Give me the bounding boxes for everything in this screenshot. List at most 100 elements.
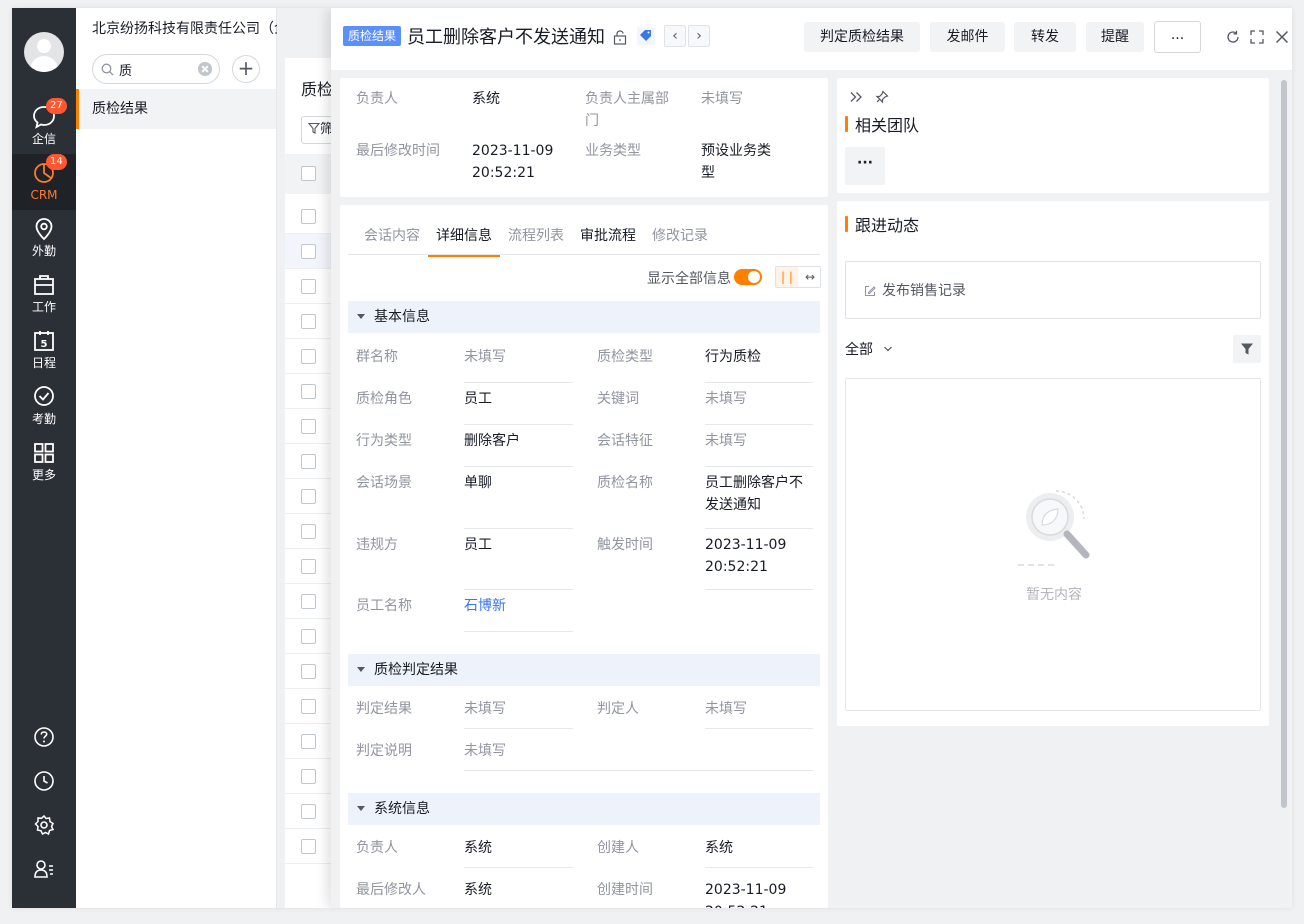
- secondary-nav: + 质检结果: [76, 8, 277, 908]
- row-checkbox[interactable]: [301, 524, 316, 539]
- column-layout-icon[interactable]: | |: [776, 267, 798, 287]
- nav-crm[interactable]: CRM 14: [12, 154, 76, 210]
- drawer-scrollbar[interactable]: [1278, 70, 1290, 908]
- layout-switch[interactable]: | | ↔: [775, 266, 821, 288]
- help-icon: [34, 727, 54, 747]
- follow-up-title: 跟进动态: [845, 212, 919, 236]
- nav-work[interactable]: 工作: [12, 266, 76, 322]
- nav-attendance[interactable]: 考勤: [12, 378, 76, 434]
- record-title: 员工删除客户不发送通知: [407, 27, 605, 48]
- clear-icon[interactable]: [198, 62, 212, 76]
- tab-details[interactable]: 详细信息: [428, 225, 500, 257]
- row-checkbox[interactable]: [301, 699, 316, 714]
- detail-card: 会话内容 详细信息 流程列表 审批流程 修改记录 显示全部信息 | | ↔ 基本…: [340, 205, 828, 908]
- menu-search[interactable]: [92, 54, 220, 84]
- detail-tabs: 会话内容 详细信息 流程列表 审批流程 修改记录: [348, 217, 820, 257]
- prev-record-button[interactable]: ‹: [664, 25, 686, 47]
- search-icon: [101, 63, 114, 76]
- empty-state: 暂无内容: [845, 378, 1261, 711]
- settings-button[interactable]: [12, 805, 76, 845]
- row-checkbox[interactable]: [301, 244, 316, 259]
- team-more-button[interactable]: ···: [845, 147, 885, 185]
- menu-search-input[interactable]: [119, 60, 199, 78]
- forward-button[interactable]: 转发: [1014, 22, 1076, 52]
- tab-approval[interactable]: 审批流程: [580, 225, 636, 245]
- avatar[interactable]: [24, 32, 64, 72]
- row-checkbox[interactable]: [301, 454, 316, 469]
- unlock-icon[interactable]: [613, 30, 627, 45]
- caret-down-icon: [357, 667, 365, 672]
- double-chevron-right-icon[interactable]: [849, 90, 863, 104]
- row-checkbox[interactable]: [301, 209, 316, 224]
- nav-field[interactable]: 外勤: [12, 210, 76, 266]
- select-all-checkbox[interactable]: [301, 166, 316, 181]
- briefcase-icon: [34, 275, 54, 295]
- label-tag-icon[interactable]: [637, 27, 655, 45]
- refresh-icon[interactable]: [1226, 30, 1240, 44]
- row-checkbox[interactable]: [301, 629, 316, 644]
- row-checkbox[interactable]: [301, 419, 316, 434]
- row-checkbox[interactable]: [301, 314, 316, 329]
- profile-button[interactable]: [12, 849, 76, 889]
- close-icon[interactable]: [1275, 30, 1289, 44]
- grid-icon: [34, 443, 54, 463]
- history-button[interactable]: [12, 761, 76, 801]
- nav-qixin[interactable]: 企信 27: [12, 98, 76, 154]
- expand-layout-icon[interactable]: ↔: [799, 267, 821, 287]
- follow-filter-button[interactable]: [1233, 335, 1261, 363]
- follow-up-card: 跟进动态 发布销售记录 全部 暂无内容: [837, 201, 1269, 726]
- tab-conversation[interactable]: 会话内容: [364, 225, 420, 245]
- section-qc-judgement[interactable]: 质检判定结果: [348, 654, 820, 686]
- next-record-button[interactable]: ›: [688, 25, 710, 47]
- subnav-item-qc-result[interactable]: 质检结果: [76, 89, 276, 129]
- employee-link[interactable]: 石博新: [464, 595, 506, 617]
- detail-drawer: 质检结果 员工删除客户不发送通知 ‹ › 判定质检结果 发邮件 转发 提醒 ..…: [331, 8, 1292, 908]
- svg-text:5: 5: [41, 339, 48, 350]
- check-circle-icon: [34, 386, 54, 406]
- row-checkbox[interactable]: [301, 279, 316, 294]
- pin-icon[interactable]: [875, 90, 889, 104]
- unread-badge: 14: [46, 154, 67, 170]
- fullscreen-icon[interactable]: [1250, 30, 1264, 44]
- row-checkbox[interactable]: [301, 349, 316, 364]
- publish-sales-record[interactable]: 发布销售记录: [845, 261, 1261, 319]
- section-basic-info[interactable]: 基本信息: [348, 301, 820, 333]
- row-checkbox[interactable]: [301, 664, 316, 679]
- related-team-card: 相关团队 ···: [837, 78, 1269, 193]
- judge-qc-button[interactable]: 判定质检结果: [804, 22, 920, 52]
- user-list-icon: [34, 860, 53, 878]
- show-all-toggle[interactable]: [734, 269, 762, 285]
- add-menu-button[interactable]: +: [232, 55, 260, 83]
- drawer-header: 质检结果 员工删除客户不发送通知 ‹ › 判定质检结果 发邮件 转发 提醒 ..…: [331, 8, 1292, 70]
- row-checkbox[interactable]: [301, 489, 316, 504]
- related-team-title: 相关团队: [845, 112, 919, 136]
- edit-icon: [865, 286, 876, 296]
- caret-down-icon: [357, 806, 365, 811]
- tab-change-log[interactable]: 修改记录: [652, 225, 708, 245]
- tab-flow-list[interactable]: 流程列表: [508, 225, 564, 245]
- unread-badge: 27: [46, 98, 67, 114]
- clock-icon: [34, 771, 54, 791]
- row-checkbox[interactable]: [301, 734, 316, 749]
- left-rail: 企信 27 CRM 14 外勤 工作 5 日程 考勤 更多: [12, 8, 76, 908]
- help-button[interactable]: [12, 717, 76, 757]
- show-all-label: 显示全部信息: [647, 271, 731, 287]
- app-window: 企信 27 CRM 14 外勤 工作 5 日程 考勤 更多 质 + 质检结果 北…: [12, 8, 1292, 908]
- remind-button[interactable]: 提醒: [1086, 22, 1144, 52]
- nav-schedule[interactable]: 5 日程: [12, 322, 76, 378]
- location-pin-icon: [35, 218, 53, 241]
- section-system-info[interactable]: 系统信息: [348, 793, 820, 825]
- funnel-icon: [1241, 343, 1253, 355]
- more-actions-button[interactable]: ...: [1154, 21, 1201, 53]
- send-email-button[interactable]: 发邮件: [930, 22, 1005, 52]
- row-checkbox[interactable]: [301, 804, 316, 819]
- row-checkbox[interactable]: [301, 769, 316, 784]
- all-filter-dropdown[interactable]: 全部: [845, 339, 893, 359]
- row-checkbox[interactable]: [301, 594, 316, 609]
- row-checkbox[interactable]: [301, 384, 316, 399]
- calendar-icon: 5: [34, 331, 54, 351]
- row-checkbox[interactable]: [301, 559, 316, 574]
- nav-more[interactable]: 更多: [12, 434, 76, 490]
- scrollbar-thumb[interactable]: [1281, 80, 1287, 808]
- row-checkbox[interactable]: [301, 839, 316, 854]
